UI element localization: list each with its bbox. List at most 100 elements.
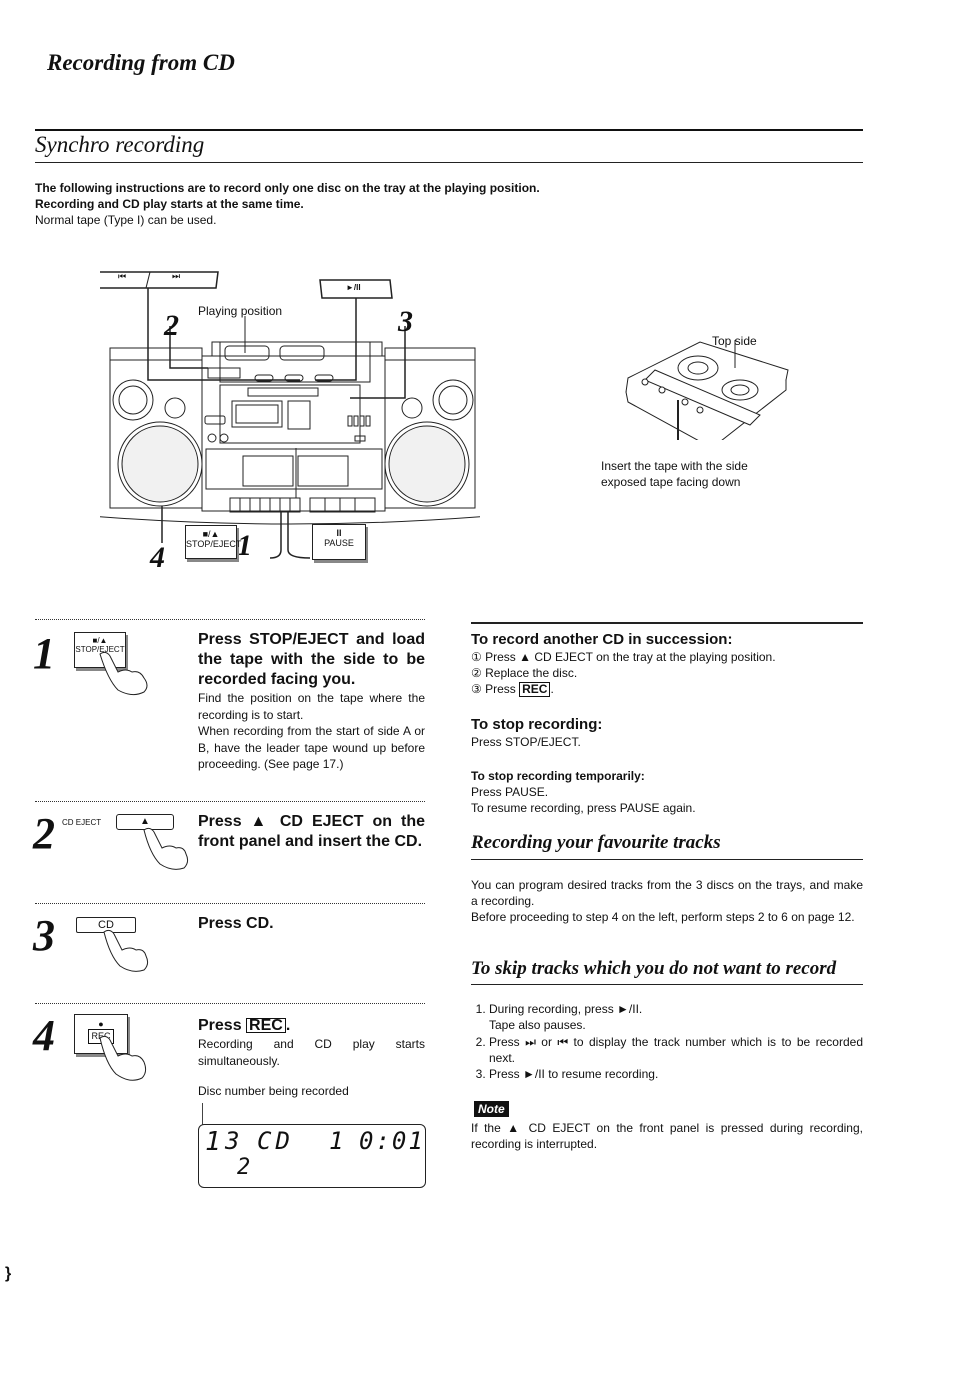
another-cd-item-3-prefix: Press [485,682,516,696]
skip-step-1-text: During recording, press ►/II. [489,1002,643,1016]
stop-recording-body: Press STOP/EJECT. [471,735,581,749]
boombox-illustration [75,271,491,559]
skip-rule [471,984,863,985]
margin-mark: } [5,1265,12,1282]
stop-eject-icon: ■/▲ [202,529,220,539]
pressing-hand-icon [103,929,149,972]
stop-eject-label: STOP/EJECT [186,539,242,549]
step-divider [35,1003,425,1004]
step-1-body-1: Find the position on the tape where the … [198,691,425,722]
favourite-body: You can program desired tracks from the … [471,877,863,925]
intro-line-2: Recording and CD play starts at the same… [35,197,304,211]
disc-2-indicator: 2 [237,1155,251,1180]
step-4-heading-prefix: Press [198,1017,242,1034]
skip-step-2: Press ⏭ or ⏮ to display the track number… [489,1034,863,1067]
rec-key: REC [519,682,551,697]
cassette-diagram: Top side Insert the tape with the side e… [600,330,800,495]
track-indicator: 1 [329,1127,344,1155]
cd-eject-label: CD EJECT [62,818,102,827]
section-rule-bottom [35,162,863,163]
step-number-3: 3 [33,911,55,960]
step-number-2: 2 [33,809,55,858]
intro-text: The following instructions are to record… [35,180,540,228]
page-title: Recording from CD [47,50,235,75]
pressing-hand-icon [99,1035,147,1081]
step-4-content: Press REC. Recording and CD play starts … [198,1016,425,1100]
skip-title: To skip tracks which you do not want to … [471,958,837,979]
stop-eject-button-illustration: ■/▲ STOP/EJECT [185,525,242,559]
favourite-title: Recording your favourite tracks [471,832,721,853]
pause-label: PAUSE [324,538,354,548]
step-number-1: 1 [33,629,55,678]
disc-3-indicator: 3 [225,1127,240,1155]
stop-temp-heading: To stop recording temporarily: [471,769,645,783]
another-cd-item-1-text: Press ▲ CD EJECT on the tray at the play… [485,650,776,664]
step-4-heading-suffix: . [285,1017,291,1034]
skip-step-1: During recording, press ►/II. Tape also … [489,1001,863,1034]
pressing-hand-icon [143,827,189,870]
callout-3: 3 [398,305,413,338]
section-rule-top [35,129,863,131]
next-track-icon: ⏭ [172,271,181,281]
display-caption: Disc number being recorded [198,1084,349,1098]
step-divider [35,619,425,620]
callout-2: 2 [164,309,179,342]
pressing-hand-icon [99,651,148,696]
cassette-illustration [625,340,789,452]
stop-temp-body-1: Press PAUSE. [471,785,549,799]
insert-tape-caption-line-2: exposed tape facing down [601,475,741,489]
intro-line-3: Normal tape (Type I) can be used. [35,213,217,227]
circled-1: ① [471,650,482,664]
time-indicator: 0:01 [359,1127,425,1155]
skip-list: During recording, press ►/II. Tape also … [471,1001,863,1082]
favourite-body-1: You can program desired tracks from the … [471,878,863,908]
another-cd-item-2: ② Replace the disc. [471,665,863,681]
stop-temp-section: To stop recording temporarily: Press PAU… [471,768,863,816]
another-cd-section: To record another CD in succession: ① Pr… [471,630,863,697]
right-column-rule [471,622,863,624]
step-divider [35,903,425,904]
note-body: If the ▲ CD EJECT on the front panel is … [471,1121,863,1151]
callout-4: 4 [150,541,165,574]
step-2-heading: Press ▲ CD EJECT on the front panel and … [198,813,425,850]
another-cd-item-3: ③ Press REC. [471,681,863,697]
favourite-rule [471,859,863,860]
step-number-4: 4 [33,1011,55,1060]
another-cd-item-1: ① Press ▲ CD EJECT on the tray at the pl… [471,649,863,665]
note-badge: Note [474,1100,509,1118]
another-cd-heading: To record another CD in succession: [471,631,733,648]
rec-key: REC [246,1018,286,1034]
pause-icon: II [336,528,342,538]
pause-button-illustration: II PAUSE [312,524,366,560]
stop-recording-heading: To stop recording: [471,716,603,733]
step-4-heading: Press REC. [198,1016,425,1036]
intro-line-1: The following instructions are to record… [35,181,540,195]
step-1-heading: Press STOP/EJECT and load the tape with … [198,631,425,688]
insert-tape-caption-line-1: Insert the tape with the side [601,459,748,473]
circled-2: ② [471,666,482,680]
skip-step-3: Press ►/II to resume recording. [489,1066,863,1082]
step-divider [35,801,425,802]
lcd-display: 1 3 CD 1 0:01 2 [198,1124,426,1188]
display-caption-leader [202,1103,203,1125]
play-pause-icon: ►/II [346,283,361,292]
boombox-diagram: ⏮ ⏭ ►/II 2 3 4 1 Playing position ■/▲ ST… [75,268,491,578]
step1-stop-eject-symbol: ■/▲ [92,636,108,645]
skip-step-1-sub: Tape also pauses. [489,1018,586,1033]
favourite-body-2: Before proceeding to step 4 on the left,… [471,910,855,924]
step-3-heading: Press CD. [198,915,274,932]
step-1-body-2: When recording from the start of side A … [198,724,425,771]
step-1-content: Press STOP/EJECT and load the tape with … [198,630,425,773]
prev-track-icon: ⏮ [118,271,127,281]
insert-tape-caption: Insert the tape with the side exposed ta… [601,458,748,490]
stop-temp-body-2: To resume recording, press PAUSE again. [471,801,696,815]
section-title-synchro: Synchro recording [35,132,205,157]
note-badge-label: Note [474,1101,509,1117]
stop-recording-section: To stop recording: Press STOP/EJECT. [471,715,863,750]
another-cd-item-3-suffix: . [550,682,554,696]
mode-indicator: CD [257,1127,294,1155]
disc-1-indicator: 1 [205,1127,221,1157]
circled-3: ③ [471,682,482,696]
step-4-body: Recording and CD play starts simultaneou… [198,1037,425,1068]
top-side-label: Top side [712,334,757,348]
